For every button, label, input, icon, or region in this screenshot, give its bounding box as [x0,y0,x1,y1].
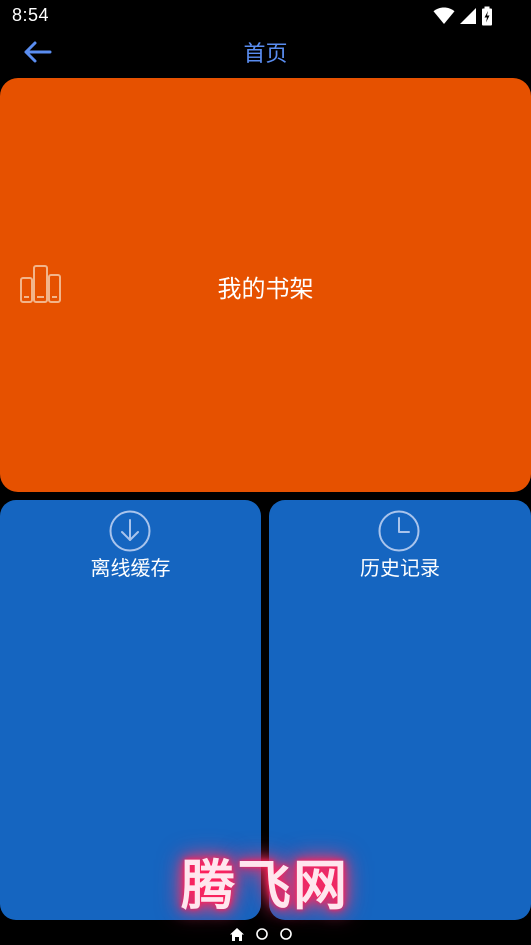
offline-cache-label: 离线缓存 [90,556,171,580]
home-icon[interactable] [229,927,245,942]
status-time: 8:54 [12,5,50,25]
page-dot[interactable] [255,927,269,941]
page-indicator [229,925,293,943]
wifi-icon [433,7,455,24]
page-title: 首页 [243,42,288,67]
battery-charging-icon [482,6,492,26]
watermark-logo: 腾飞网 [181,852,349,917]
download-circle-icon [109,510,151,552]
page-dot[interactable] [279,927,293,941]
bookshelf-tile[interactable]: 我的书架 [0,78,531,492]
history-label: 历史记录 [360,556,440,580]
status-icons [433,6,493,26]
status-bar: 8:54 [0,0,531,32]
clock-icon [378,510,420,552]
signal-icon [460,8,476,24]
bookshelf-label: 我的书架 [217,275,314,303]
app-bar: 首页 [0,32,531,74]
